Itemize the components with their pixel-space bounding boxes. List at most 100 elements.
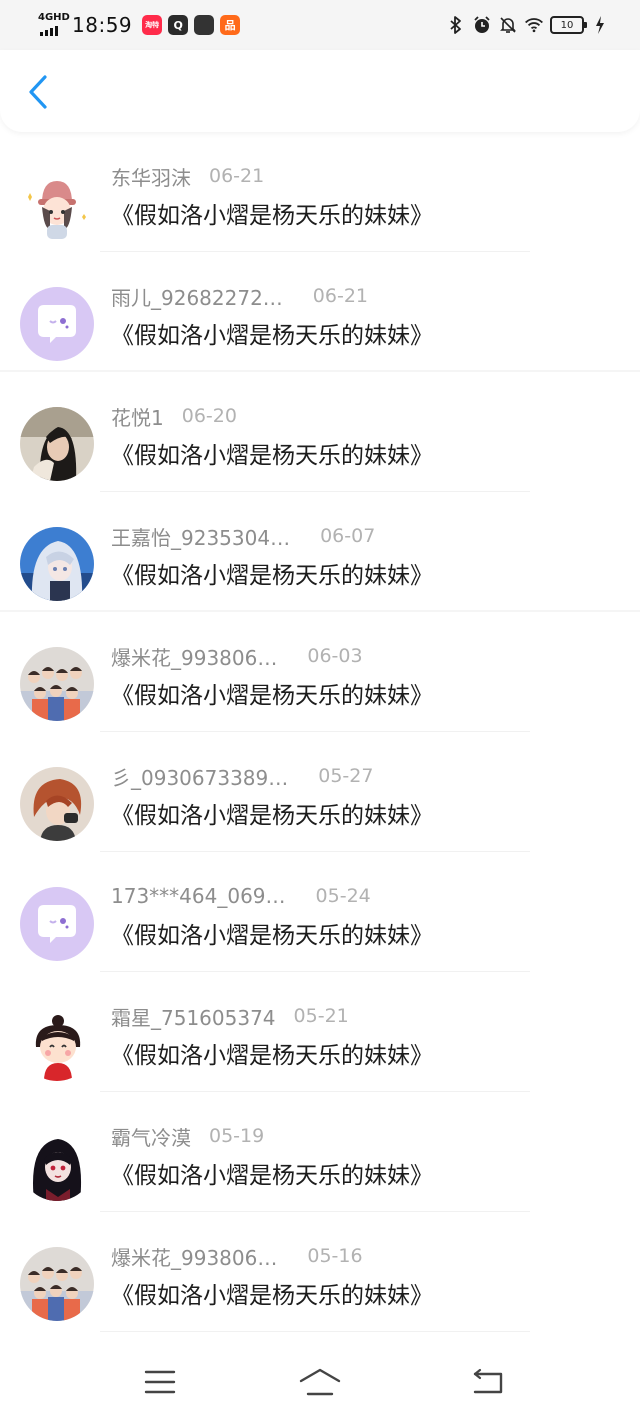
status-bar: 4GHD 18:59 淘特 Q 品 10 — [0, 0, 640, 50]
comment-text: 《假如洛小熠是杨天乐的妹妹》 — [111, 443, 433, 469]
comment-text: 《假如洛小熠是杨天乐的妹妹》 — [111, 563, 433, 589]
comment-date: 05-21 — [293, 1005, 349, 1027]
comment-date: 05-27 — [318, 765, 374, 787]
back-nav-button[interactable] — [464, 1364, 512, 1400]
comment-date: 06-03 — [307, 645, 363, 667]
app-icon-glyph: 淘特 — [145, 21, 160, 29]
username[interactable]: 王嘉怡_9235304… — [111, 522, 290, 551]
q-app-icon: Q — [168, 15, 189, 35]
comment-row[interactable]: 王嘉怡_9235304… 06-07 《假如洛小熠是杨天乐的妹妹》 — [0, 492, 640, 612]
status-time: 18:59 — [72, 13, 133, 37]
comment-row[interactable]: 东华羽沫 06-21 《假如洛小熠是杨天乐的妹妹》 — [0, 132, 640, 252]
comment-date: 05-16 — [307, 1245, 363, 1267]
cartoon-girl-avatar — [20, 167, 94, 241]
photo-girl-avatar — [20, 407, 94, 481]
orange-app-icon: 品 — [220, 15, 241, 35]
group-photo-avatar — [20, 1247, 94, 1321]
comment-row[interactable]: 雨儿_92682272… 06-21 《假如洛小熠是杨天乐的妹妹》 — [0, 252, 640, 372]
username[interactable]: 花悦1 — [111, 402, 164, 431]
comment-text: 《假如洛小熠是杨天乐的妹妹》 — [111, 683, 433, 709]
app-icon-glyph: 品 — [224, 19, 236, 32]
chevron-left-icon — [29, 75, 47, 109]
anime-dark-girl-avatar — [20, 1127, 94, 1201]
comment-meta: 霸气冷漠 05-19 — [111, 1122, 264, 1150]
username[interactable]: 霜星_751605374 — [111, 1002, 276, 1031]
group-photo-avatar — [20, 647, 94, 721]
avatar[interactable] — [20, 1007, 94, 1081]
comment-meta: 彡_0930673389… 05-27 — [111, 762, 373, 790]
system-nav-bar — [0, 1342, 640, 1422]
row-divider — [100, 1331, 530, 1332]
comment-meta: 爆米花_993806… 05-16 — [111, 1242, 363, 1270]
comment-text: 《假如洛小熠是杨天乐的妹妹》 — [111, 1163, 433, 1189]
comment-row[interactable]: 霜星_751605374 05-21 《假如洛小熠是杨天乐的妹妹》 — [0, 972, 640, 1092]
username[interactable]: 爆米花_993806… — [111, 1242, 277, 1271]
avatar[interactable] — [20, 167, 94, 241]
bluetooth-icon — [446, 15, 466, 35]
comment-meta: 173***464_069… 05-24 — [111, 882, 371, 910]
comment-date: 06-20 — [181, 405, 237, 427]
username[interactable]: 霸气冷漠 — [111, 1122, 191, 1151]
comment-meta: 爆米花_993806… 06-03 — [111, 642, 363, 670]
comment-row[interactable]: 霸气冷漠 05-19 《假如洛小熠是杨天乐的妹妹》 — [0, 1092, 640, 1212]
default-chat-avatar — [20, 287, 94, 361]
comment-text: 《假如洛小熠是杨天乐的妹妹》 — [111, 923, 433, 949]
home-icon — [299, 1368, 341, 1396]
notification-app-icons: 淘特 Q 品 — [142, 15, 246, 35]
comment-row[interactable]: 173***464_069… 05-24 《假如洛小熠是杨天乐的妹妹》 — [0, 852, 640, 972]
comment-date: 06-21 — [209, 165, 265, 187]
default-chat-avatar — [20, 887, 94, 961]
comment-meta: 花悦1 06-20 — [111, 402, 237, 430]
comment-row[interactable]: 花悦1 06-20 《假如洛小熠是杨天乐的妹妹》 — [0, 372, 640, 492]
status-bar-left: 4GHD 18:59 淘特 Q 品 — [36, 10, 246, 40]
menu-button[interactable] — [136, 1364, 184, 1400]
comment-meta: 霜星_751605374 05-21 — [111, 1002, 349, 1030]
avatar[interactable] — [20, 887, 94, 961]
comment-list: 东华羽沫 06-21 《假如洛小熠是杨天乐的妹妹》 雨儿_92682272… 06-21… — [0, 132, 640, 1332]
avatar[interactable] — [20, 527, 94, 601]
shopping-app-icon: 淘特 — [142, 15, 163, 35]
comment-date: 05-24 — [315, 885, 371, 907]
network-type: 4GHD — [38, 12, 70, 23]
comment-date: 06-21 — [312, 285, 369, 307]
top-header — [0, 50, 640, 132]
menu-icon — [144, 1370, 176, 1394]
back-button[interactable] — [18, 72, 58, 112]
cartoon-red-girl-avatar — [20, 1007, 94, 1081]
charging-icon — [590, 15, 610, 35]
avatar[interactable] — [20, 287, 94, 361]
app-icon-glyph: Q — [173, 18, 183, 32]
comment-meta: 东华羽沫 06-21 — [111, 162, 264, 190]
comment-text: 《假如洛小熠是杨天乐的妹妹》 — [111, 203, 433, 229]
return-icon — [473, 1368, 503, 1394]
username[interactable]: 彡_0930673389… — [111, 762, 288, 791]
battery-icon: 10 — [550, 16, 587, 34]
battery-level: 10 — [560, 19, 574, 31]
username[interactable]: 173***464_069… — [111, 884, 286, 908]
comment-row[interactable]: 爆米花_993806… 06-03 《假如洛小熠是杨天乐的妹妹》 — [0, 612, 640, 732]
mute-bell-icon — [498, 15, 518, 35]
avatar[interactable] — [20, 647, 94, 721]
avatar[interactable] — [20, 767, 94, 841]
comment-date: 05-19 — [209, 1125, 265, 1147]
username[interactable]: 爆米花_993806… — [111, 642, 277, 671]
comment-row[interactable]: 彡_0930673389… 05-27 《假如洛小熠是杨天乐的妹妹》 — [0, 732, 640, 852]
username[interactable]: 雨儿_92682272… — [111, 282, 283, 311]
avatar[interactable] — [20, 407, 94, 481]
square-app-icon — [194, 15, 215, 35]
comment-text: 《假如洛小熠是杨天乐的妹妹》 — [111, 1043, 433, 1069]
avatar[interactable] — [20, 1127, 94, 1201]
comment-row[interactable]: 爆米花_993806… 05-16 《假如洛小熠是杨天乐的妹妹》 — [0, 1212, 640, 1332]
status-bar-right: 10 — [446, 12, 610, 38]
home-button[interactable] — [296, 1364, 344, 1400]
comment-meta: 雨儿_92682272… 06-21 — [111, 282, 368, 310]
username[interactable]: 东华羽沫 — [111, 162, 191, 191]
alarm-icon — [472, 15, 492, 35]
avatar[interactable] — [20, 1247, 94, 1321]
comment-text: 《假如洛小熠是杨天乐的妹妹》 — [111, 323, 433, 349]
signal-icon: 4GHD — [36, 12, 70, 38]
anime-red-hair-avatar — [20, 767, 94, 841]
comment-meta: 王嘉怡_9235304… 06-07 — [111, 522, 375, 550]
comment-date: 06-07 — [320, 525, 376, 547]
wifi-icon — [524, 15, 544, 35]
